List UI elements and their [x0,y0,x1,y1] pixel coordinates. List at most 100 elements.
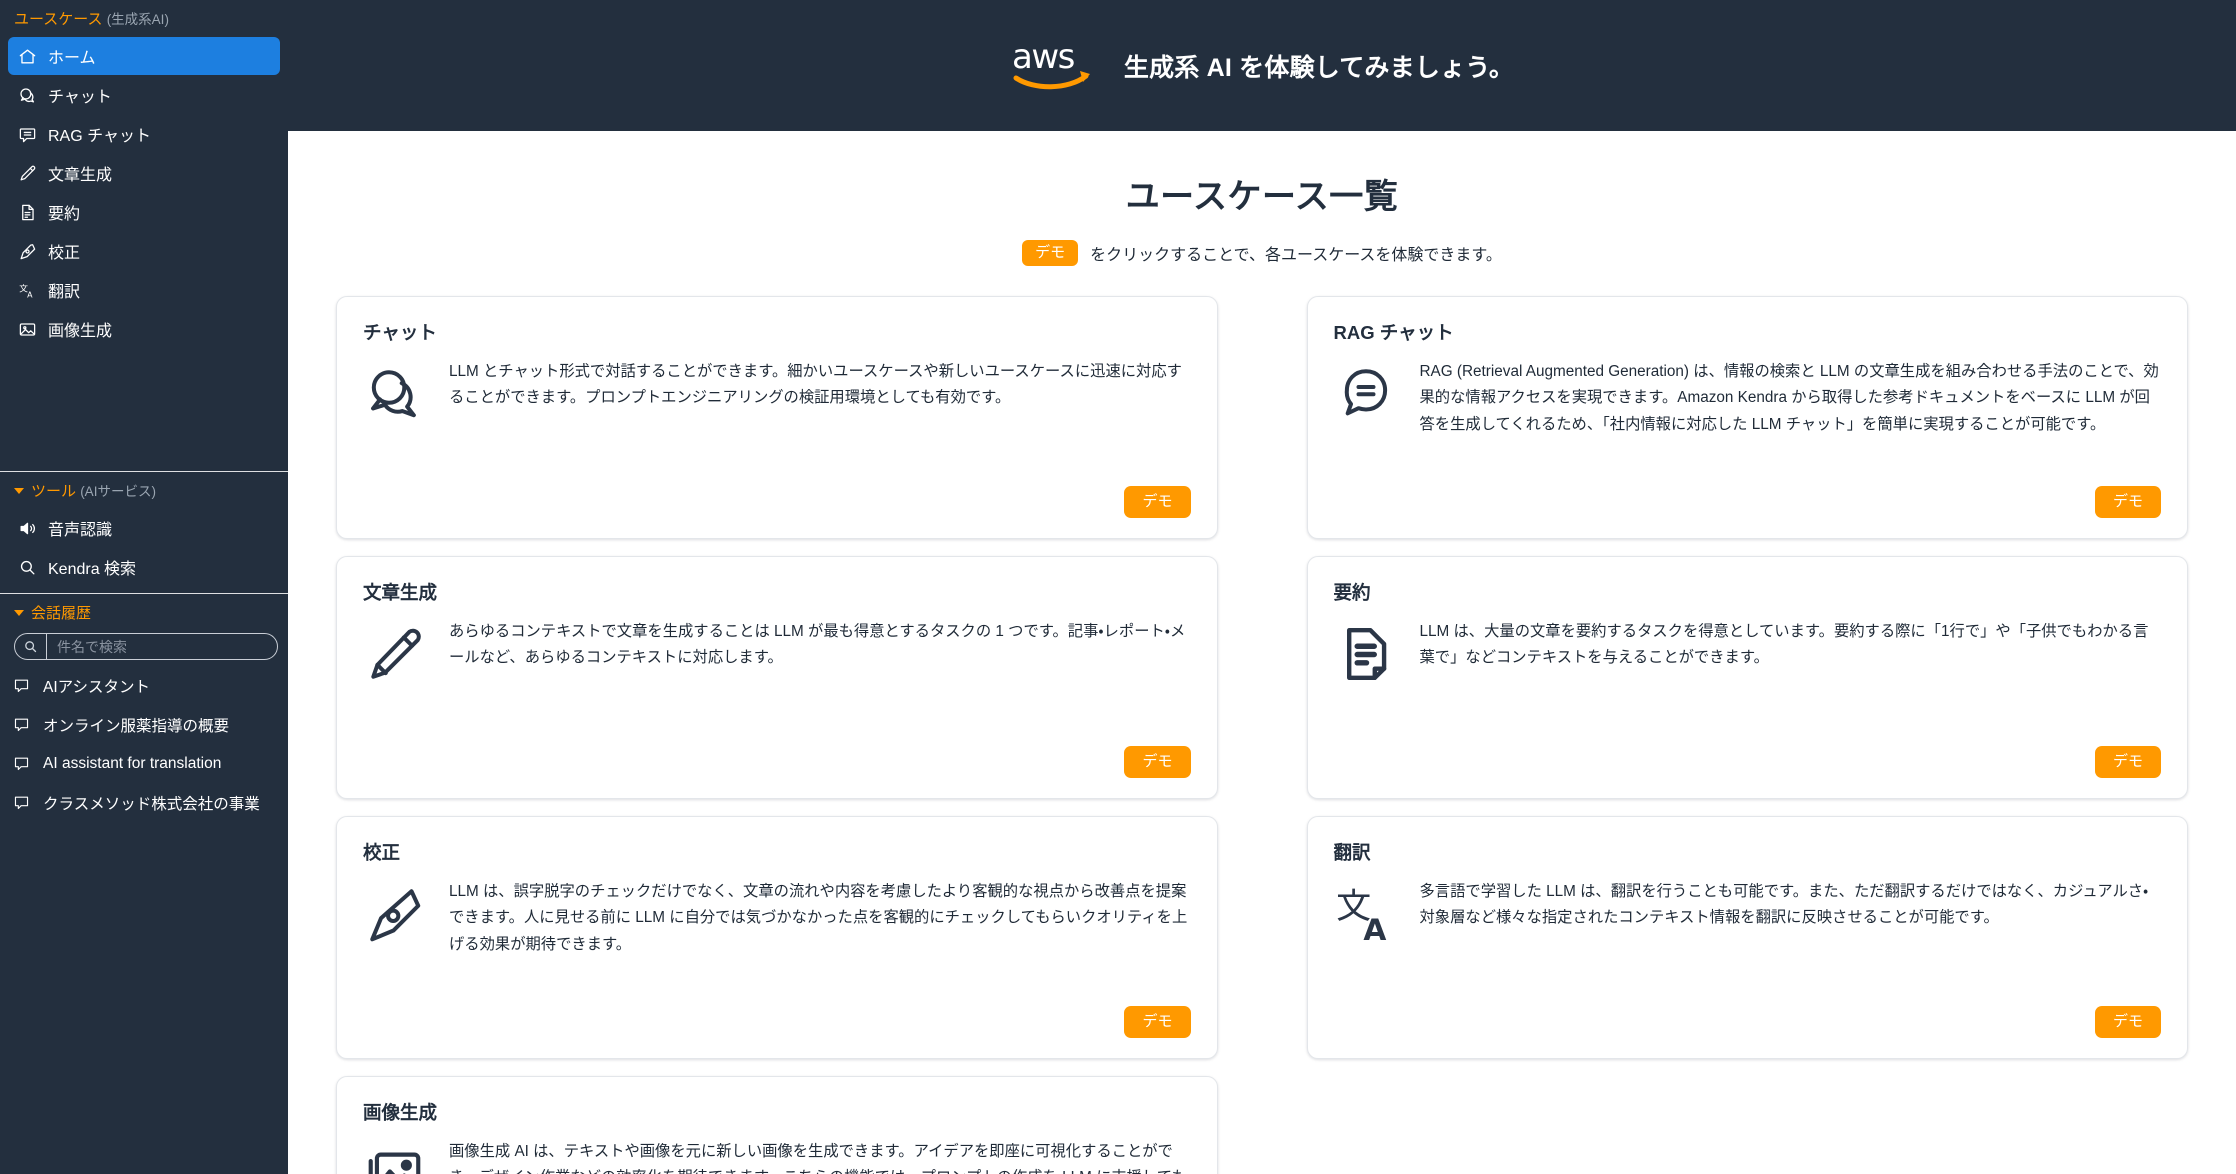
page-subtitle-text: をクリックすることで、各ユースケースを体験できます。 [1090,247,1502,264]
sidebar-item-label: チャット [48,89,112,106]
card-title: 要約 [1333,582,1371,603]
speaker-icon [18,519,37,538]
card-footer: デモ [363,486,1191,518]
app-root: ユースケース (生成系AI) ホーム チャット RAG チャット 文章生成 要約… [0,0,2236,1174]
list-item-label: AI assistant for translation [43,754,222,772]
top-header: aws 生成系 AI を体験してみましょう。 [288,0,2236,131]
pencil-icon [18,164,37,183]
card-footer: デモ [1334,486,2161,518]
sidebar-item-label: ホーム [48,50,96,67]
usecase-card-summary[interactable]: 要約 LLM は、大量の文章を要約するタスクを得意としています。要約する際に「1… [1306,556,2188,799]
card-body: RAG (Retrieval Augmented Generation) は、情… [1334,357,2162,480]
demo-button[interactable]: デモ [1124,486,1191,518]
sidebar-item-chat[interactable]: チャット [8,76,280,114]
sidebar-item-translation[interactable]: 文A 翻訳 [8,271,280,309]
sidebar-tools-nav: 音声認識 Kendra 検索 [0,509,288,586]
card-body: あらゆるコンテキストで文章を生成することは LLM が最も得意とするタスクの 1… [363,617,1191,740]
home-icon [18,47,37,66]
list-item[interactable]: オンライン服薬指導の概要 [0,705,288,744]
card-body: LLM とチャット形式で対話することができます。細かいユースケースや新しいユース… [363,357,1191,480]
demo-button[interactable]: デモ [1124,746,1191,778]
sidebar-tools-section: ツール (AIサービス) 音声認識 Kendra 検索 [0,472,288,593]
sidebar-item-home[interactable]: ホーム [8,37,280,75]
sidebar-usecase-header: ユースケース (生成系AI) [0,0,288,37]
sidebar-usecase-header-sub: (生成系AI) [106,12,169,27]
card-footer: デモ [1334,746,2161,778]
pen-nib-icon [363,877,427,942]
demo-button[interactable]: デモ [1124,1006,1191,1038]
sidebar-history-header-main: 会話履歴 [31,605,92,622]
sidebar-item-label: 校正 [48,245,81,262]
main-area: aws 生成系 AI を体験してみましょう。 ユースケース一覧 デモ をクリック… [288,0,2236,1174]
sidebar-usecase-header-main: ユースケース [14,11,103,28]
sidebar-item-proofreading[interactable]: 校正 [8,232,280,270]
card-description: 多言語で学習した LLM は、翻訳を行うことも可能です。また、ただ翻訳するだけで… [1419,883,2149,927]
sidebar-history-header[interactable]: 会話履歴 [0,594,288,631]
history-search-box[interactable] [14,633,278,660]
sidebar-item-label: 文章生成 [48,167,113,184]
usecase-card-translation[interactable]: 翻訳 文 A 多言語で学習した LLM は、翻訳を行うことも可能です。また、ただ… [1306,816,2188,1059]
card-title: RAG チャット [1333,322,1454,343]
demo-button[interactable]: デモ [2094,746,2161,778]
card-title: 校正 [363,842,401,863]
list-item[interactable]: クラスメソッド株式会社の事業 [0,783,288,822]
svg-text:aws: aws [1012,37,1075,77]
content-scroll: ユースケース一覧 デモ をクリックすることで、各ユースケースを体験できます。 チ… [288,131,2236,1174]
sidebar-item-kendra-search[interactable]: Kendra 検索 [8,548,280,586]
usecase-card-chat[interactable]: チャット LLM とチャット形式で対話することができます。細かいユースケースや新… [336,296,1218,539]
sidebar-item-image-generation[interactable]: 画像生成 [8,310,280,348]
chevron-down-icon [14,488,24,494]
demo-button[interactable]: デモ [2094,1006,2161,1038]
sidebar-item-label: 要約 [48,206,81,223]
chat-bubbles-icon [363,357,427,421]
chat-outline-icon [12,794,30,811]
sidebar-item-summary[interactable]: 要約 [8,193,280,231]
card-body: LLM は、誤字脱字のチェックだけでなく、文章の流れや内容を考慮したより客観的な… [363,877,1191,1000]
svg-text:A: A [27,290,33,299]
sidebar-nav: ホーム チャット RAG チャット 文章生成 要約 校正 文 A 翻訳 画像生成 [0,37,288,349]
sidebar-history-section: 会話履歴 AIアシスタント オ [0,594,288,828]
demo-button[interactable]: デモ [2094,486,2161,518]
image-icon [363,1137,427,1174]
search-input[interactable] [47,634,277,659]
sidebar-item-speech-recognition[interactable]: 音声認識 [8,509,280,547]
list-item[interactable]: AI assistant for translation [0,744,288,783]
page-title: ユースケース一覧 [1125,178,1399,216]
card-body: LLM は、大量の文章を要約するタスクを得意としています。要約する際に「1行で」… [1334,617,2162,740]
sidebar-item-text-generation[interactable]: 文章生成 [8,154,280,192]
usecase-card-rag-chat[interactable]: RAG チャット RAG (Retrieval Augmented Genera… [1306,296,2188,539]
sidebar-item-label: Kendra 検索 [48,561,137,578]
card-title: チャット [363,322,437,343]
chevron-down-icon [14,610,24,616]
sidebar-item-rag-chat[interactable]: RAG チャット [8,115,280,153]
usecase-card-proofreading[interactable]: 校正 LLM は、誤字脱字のチェックだけでなく、文章の流れや内容を考慮したより客… [336,816,1218,1059]
card-description: あらゆるコンテキストで文章を生成することは LLM が最も得意とするタスクの 1… [449,623,1186,667]
translate-icon: 文 A [1334,877,1398,945]
card-description: LLM は、大量の文章を要約するタスクを得意としています。要約する際に「1行で」… [1419,623,2149,667]
card-body: 画像生成 AI は、テキストや画像を元に新しい画像を生成できます。アイデアを即座… [363,1137,1191,1174]
usecase-card-image-generation[interactable]: 画像生成 画像生成 AI は、テキストや画像を元に新しい画像を生成できます。アイ… [336,1076,1218,1174]
history-list: AIアシスタント オンライン服薬指導の概要 AI assistant for t… [0,666,288,822]
list-item[interactable]: AIアシスタント [0,666,288,705]
card-description: RAG (Retrieval Augmented Generation) は、情… [1419,363,2159,433]
demo-chip-sample[interactable]: デモ [1022,240,1079,266]
usecase-card-text-generation[interactable]: 文章生成 あらゆるコンテキストで文章を生成することは LLM が最も得意とするタ… [336,556,1218,799]
card-footer: デモ [1334,1006,2161,1038]
sidebar-tools-header-main: ツール [31,483,77,500]
search-icon [18,558,37,577]
card-footer: デモ [363,746,1191,778]
list-item-label: オンライン服薬指導の概要 [43,717,230,735]
rag-bubble-icon [1334,357,1398,421]
sidebar-divider-tools [0,471,288,472]
document-icon [18,203,37,222]
aws-logo: aws [1010,35,1102,93]
sidebar-tools-header[interactable]: ツール (AIサービス) [0,472,288,509]
pen-nib-icon [18,242,37,261]
card-description: LLM は、誤字脱字のチェックだけでなく、文章の流れや内容を考慮したより客観的な… [449,883,1188,953]
image-icon [18,320,37,339]
sidebar-item-label: 翻訳 [48,284,81,301]
card-title: 文章生成 [363,582,438,603]
chat-outline-icon [12,716,30,733]
chat-outline-icon [12,755,30,772]
